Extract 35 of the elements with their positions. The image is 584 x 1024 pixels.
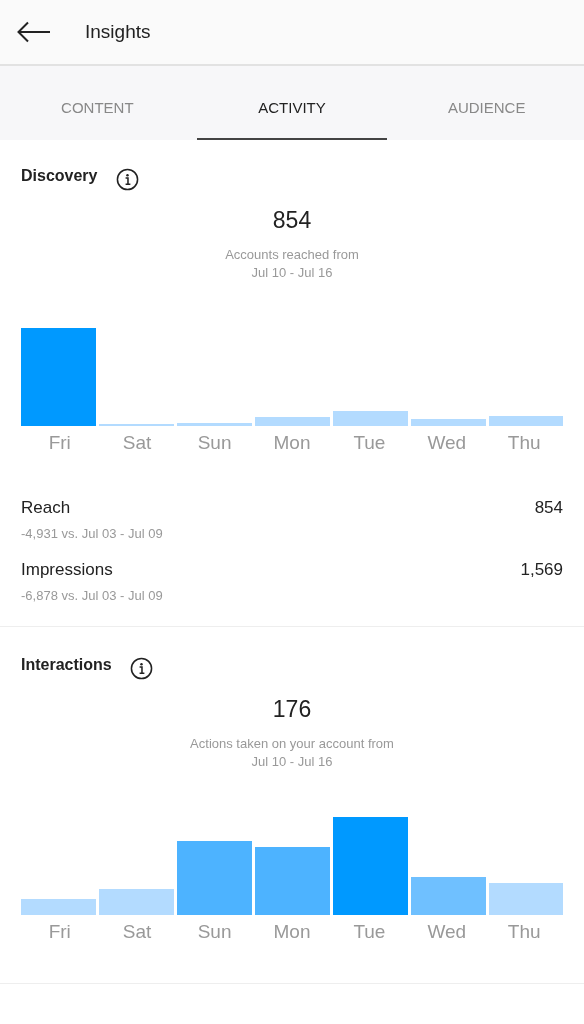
day-label: Tue [352,432,387,454]
day-label: Thu [506,432,542,454]
day-label: Fri [47,921,72,943]
total-count: 854 [271,207,313,234]
metric-value: 1,569 [520,560,563,580]
tab[interactable]: AUDIENCE [391,66,582,140]
day-label: Sun [196,921,233,943]
tab[interactable]: CONTENT [2,66,193,140]
metric-comparison: -4,931 vs. Jul 03 - Jul 09 [21,526,163,541]
day-label: Thu [506,921,542,943]
total-count: 176 [271,696,313,723]
day-label: Mon [272,432,312,454]
page-title: Insights [85,21,151,43]
metric-label: Reach [21,498,71,518]
day-label: Wed [426,921,468,943]
day-label: Tue [352,921,387,943]
day-label: Fri [47,432,72,454]
day-label: Sat [121,921,153,943]
day-label: Sat [121,432,153,454]
section-title: Interactions [21,655,112,674]
date-range: Jul 10 - Jul 16 [250,753,334,771]
metric-comparison: -6,878 vs. Jul 03 - Jul 09 [21,588,163,603]
back-arrow-icon[interactable] [17,21,51,43]
day-label: Wed [426,432,468,454]
day-label: Sun [196,432,233,454]
info-icon[interactable] [129,657,153,680]
date-range: Jul 10 - Jul 16 [250,264,334,282]
metric-label: Impressions [21,560,113,580]
tab[interactable]: ACTIVITY [196,66,388,140]
section-title: Discovery [21,166,98,185]
caption: Actions taken on your account from [189,735,395,753]
caption: Accounts reached from [224,246,360,264]
day-label: Mon [272,921,312,943]
metric-value: 854 [534,498,563,518]
info-icon[interactable] [115,168,139,191]
